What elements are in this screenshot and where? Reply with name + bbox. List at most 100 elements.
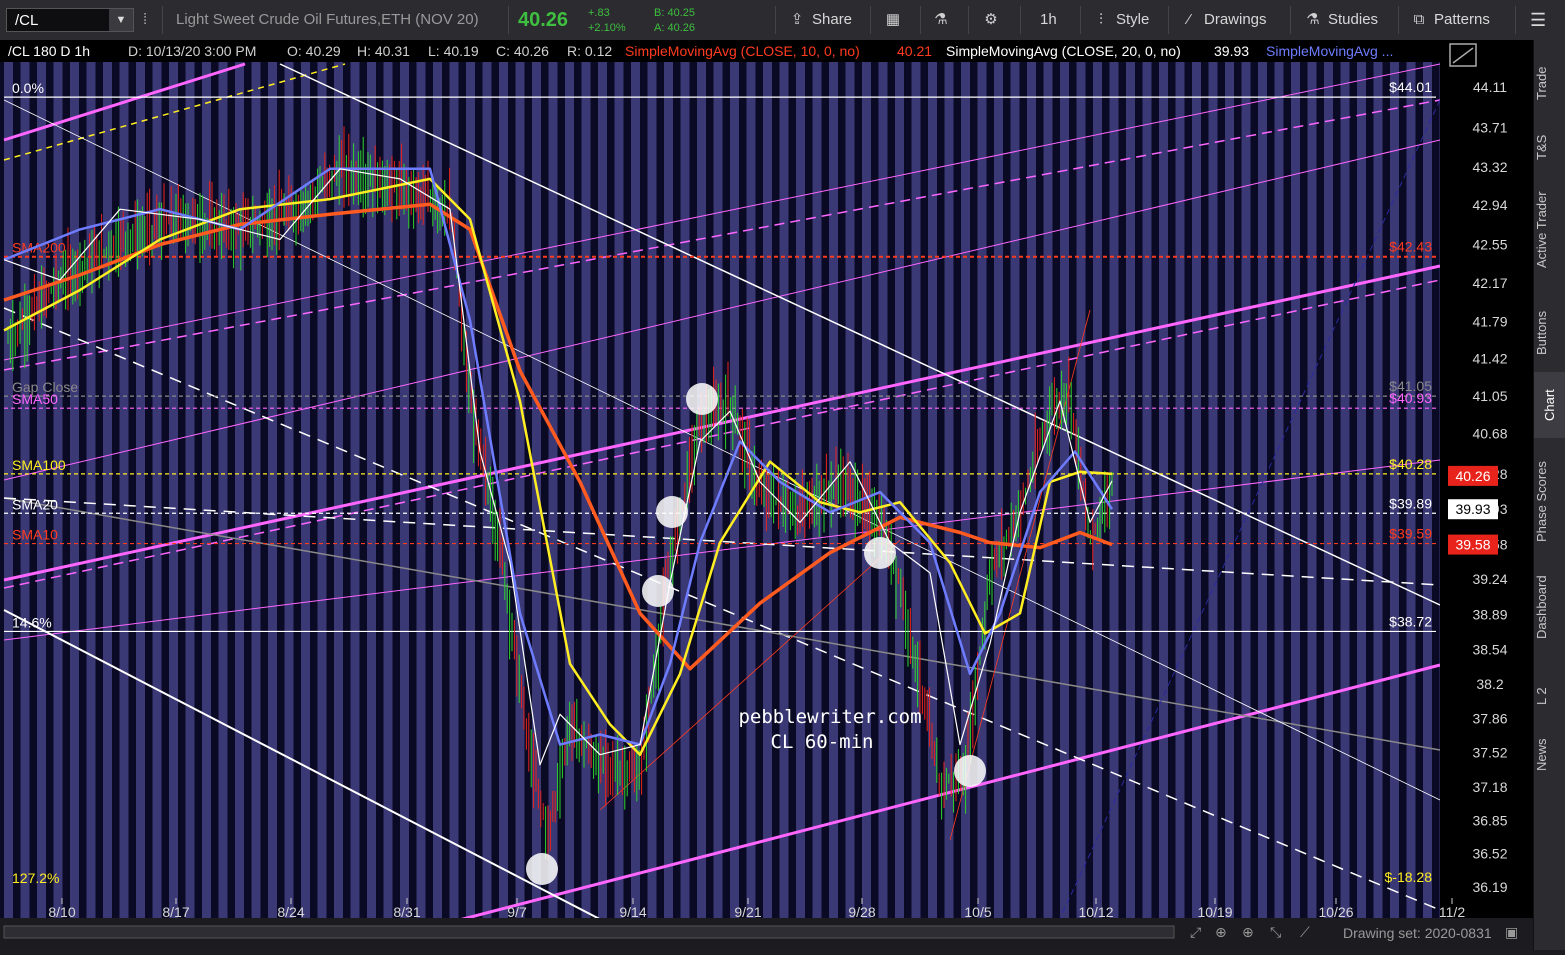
time-tick-label: 10/12: [1078, 904, 1113, 920]
session-band: [647, 62, 657, 918]
flask-icon: ⚗: [934, 11, 948, 28]
price-tick-label: 39.24: [1472, 571, 1507, 587]
level-label: SMA100: [12, 457, 66, 473]
header-low: L: 40.19: [428, 43, 479, 59]
ask-price: A: 40.26: [654, 22, 695, 34]
level-label: SMA50: [12, 391, 58, 407]
sidebar-tab-buttons[interactable]: Buttons: [1534, 298, 1565, 368]
sidebar-tab-trade[interactable]: Trade: [1534, 58, 1565, 108]
price-tick-label: 42.17: [1472, 275, 1507, 291]
expand-icon[interactable]: ⤡: [1270, 925, 1281, 941]
session-band: [1307, 62, 1317, 918]
header-sma10-label: SimpleMovingAvg (CLOSE, 10, 0, no): [625, 43, 860, 59]
divider: [1515, 6, 1516, 34]
header-sma-more: SimpleMovingAvg ...: [1266, 43, 1393, 59]
price-tick-label: 36.85: [1472, 812, 1507, 828]
level-price-label: $-18.28: [1385, 869, 1433, 885]
price-chart[interactable]: 0.0% $44.01 SMA200 $42.43 Gap Close $41.05 SMA…: [0, 40, 1533, 950]
time-tick-label: 9/14: [619, 904, 646, 920]
save-icon[interactable]: ▣: [1505, 925, 1518, 941]
divider: [775, 6, 776, 34]
session-band: [4, 62, 13, 918]
price-marker-label: 40.26: [1455, 468, 1490, 484]
price-tick-label: 41.42: [1472, 351, 1507, 367]
time-tick-label: 9/7: [507, 904, 527, 920]
horizontal-scrollbar[interactable]: [4, 926, 1174, 938]
level-price-label: $38.72: [1389, 613, 1432, 629]
price-tick-label: 38.54: [1472, 642, 1507, 658]
patterns-label: Patterns: [1434, 11, 1490, 28]
timeframe-button[interactable]: 1h: [1040, 0, 1057, 40]
sidebar-tab-news[interactable]: News: [1534, 730, 1565, 780]
session-band: [994, 62, 1003, 918]
session-band: [334, 62, 343, 918]
price-axis[interactable]: 44.11 43.71 43.32 42.94 42.55 42.17 41.79 41.42…: [1440, 62, 1533, 918]
time-tick-label: 9/28: [848, 904, 875, 920]
divider: [162, 6, 163, 34]
time-tick-label: 10/5: [964, 904, 991, 920]
price-tick-label: 41.05: [1472, 388, 1507, 404]
session-band: [1373, 62, 1383, 918]
time-tick-label: 10/26: [1318, 904, 1353, 920]
chevron-down-icon[interactable]: ▼: [109, 9, 133, 31]
header-sma10-value: 40.21: [897, 43, 932, 59]
price-tick-label: 42.94: [1472, 197, 1507, 213]
style-button[interactable]: ⫶ Style: [1092, 0, 1149, 40]
grid-layout-button[interactable]: ▦: [884, 0, 908, 40]
time-tick-label: 11/2: [1439, 904, 1465, 920]
price-marker-label: 39.58: [1455, 537, 1490, 553]
settings-button[interactable]: ⚙: [982, 0, 1006, 40]
sidebar-tab-ts[interactable]: T&S: [1534, 128, 1565, 166]
header-sma20-label: SimpleMovingAvg (CLOSE, 20, 0, no): [946, 43, 1181, 59]
session-band: [1109, 62, 1119, 918]
studies-button[interactable]: ⚗ Studies: [1304, 0, 1378, 40]
crosshair-icon[interactable]: ⊕: [1215, 925, 1227, 941]
session-band: [86, 62, 96, 918]
sidebar-tab-l2[interactable]: L 2: [1534, 680, 1565, 712]
menu-button[interactable]: ☰: [1530, 0, 1546, 40]
drawings-button[interactable]: ⁄ Drawings: [1180, 0, 1267, 40]
drawing-set-label[interactable]: Drawing set: 2020-0831: [1343, 925, 1492, 941]
sidebar-tab-chart[interactable]: Chart: [1534, 372, 1565, 438]
share-button[interactable]: ⇪ Share: [788, 0, 852, 40]
price-change: +.83: [588, 7, 610, 19]
price-tick-label: 37.52: [1472, 745, 1507, 761]
last-price: 40.26: [518, 9, 569, 31]
session-band: [565, 62, 574, 918]
flask-button[interactable]: ⚗: [932, 0, 956, 40]
session-band: [1241, 62, 1251, 918]
pivot-circle: [642, 575, 674, 607]
pan-icon[interactable]: ⤢: [1190, 925, 1201, 941]
price-tick-label: 43.32: [1472, 159, 1507, 175]
session-band: [449, 62, 459, 918]
time-tick-label: 8/24: [277, 904, 304, 920]
session-band: [1423, 62, 1432, 918]
session-band: [895, 62, 904, 918]
chart-canvas[interactable]: 0.0% $44.01SMA200 $42.43Gap Close $41.05SMA…: [0, 40, 1533, 950]
sidebar-tab-active-trader[interactable]: Active Trader: [1534, 180, 1565, 280]
symbol-input[interactable]: /CL ▼: [6, 8, 134, 32]
sidebar-tab-dashboard[interactable]: Dashboard: [1534, 562, 1565, 652]
link-icon[interactable]: ⁞: [143, 0, 147, 40]
grid-icon: ▦: [885, 11, 901, 28]
ruler-icon[interactable]: ⟋: [1300, 925, 1310, 941]
session-band: [1340, 62, 1350, 918]
level-price-label: $42.43: [1389, 239, 1432, 255]
candle-icon: ⫶: [1099, 11, 1103, 28]
divider: [1080, 6, 1081, 34]
session-band: [1390, 62, 1399, 918]
zoom-icon[interactable]: ⊕: [1242, 925, 1254, 941]
session-band: [1324, 62, 1333, 918]
studies-label: Studies: [1328, 11, 1379, 28]
price-tick-label: 38.89: [1472, 606, 1507, 622]
style-label: Style: [1116, 11, 1150, 28]
session-band: [1208, 62, 1218, 918]
session-band: [136, 62, 145, 918]
patterns-button[interactable]: ⧉ Patterns: [1410, 0, 1490, 40]
session-band: [977, 62, 987, 918]
level-price-label: $44.01: [1389, 79, 1432, 95]
session-band: [730, 62, 739, 918]
header-high: H: 40.31: [357, 43, 410, 59]
sidebar-tab-phase-scores[interactable]: Phase Scores: [1534, 452, 1565, 552]
level-label: SMA10: [12, 527, 58, 543]
